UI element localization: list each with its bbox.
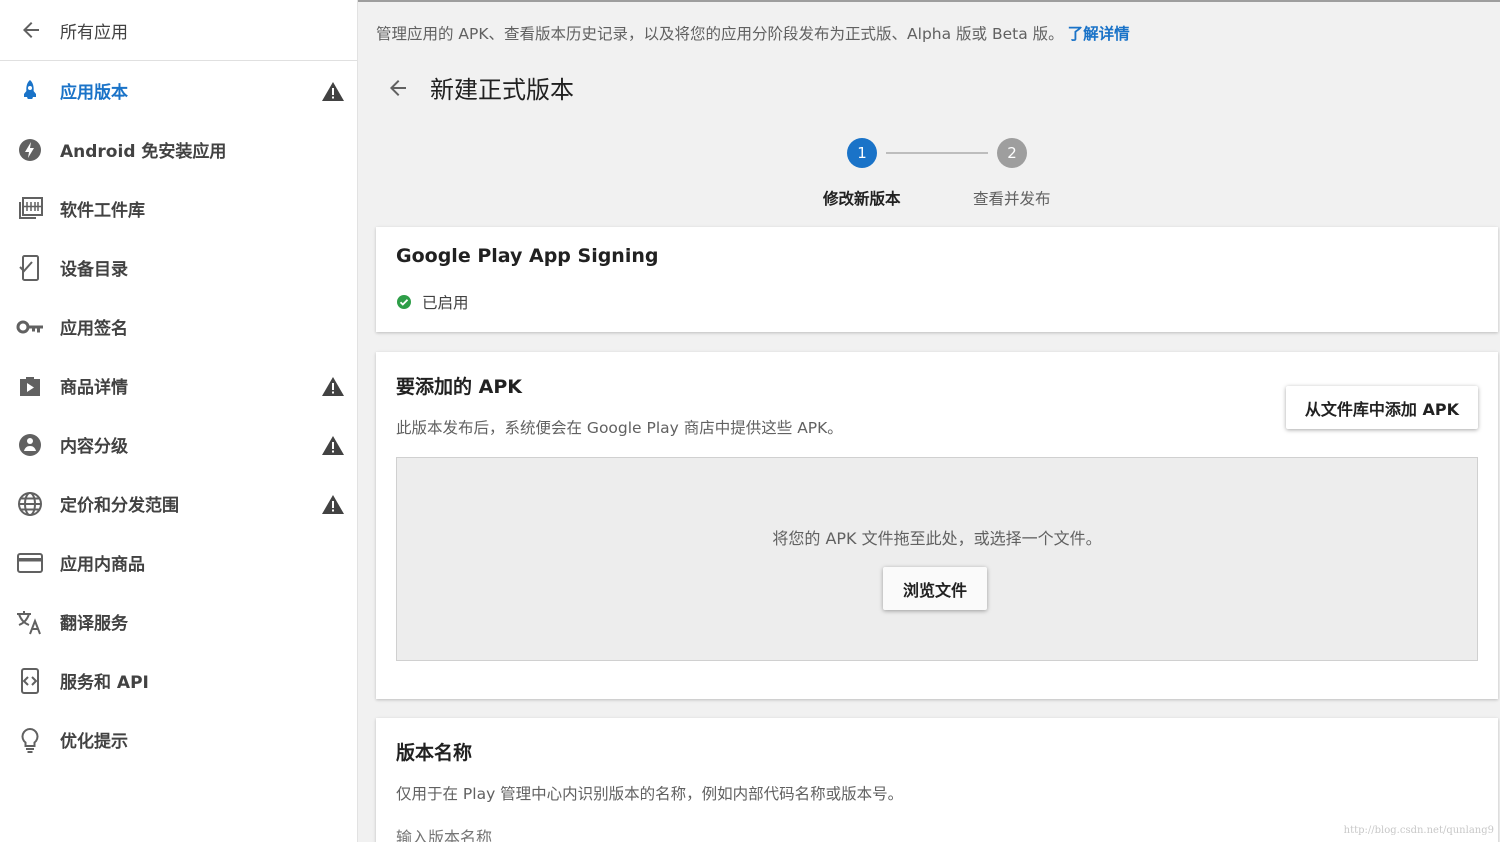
release-name-card: 版本名称 仅用于在 Play 管理中心内识别版本的名称，例如内部代码名称或版本号…	[376, 718, 1498, 842]
sidebar-item-label: 应用签名	[60, 319, 128, 339]
all-apps-back-link[interactable]: 所有应用	[0, 0, 357, 61]
stepper-connector	[886, 152, 988, 154]
sidebar-item-services-api[interactable]: 服务和 API	[0, 651, 357, 710]
learn-more-link[interactable]: 了解详情	[1068, 25, 1130, 43]
rocket-icon	[0, 79, 60, 103]
dropzone-hint: 将您的 APK 文件拖至此处，或选择一个文件。	[772, 529, 1102, 548]
warning-icon	[322, 495, 344, 518]
release-name-input[interactable]	[396, 828, 996, 842]
lightbulb-icon	[0, 727, 60, 753]
browse-files-button[interactable]: 浏览文件	[883, 567, 988, 610]
apk-section-description: 此版本发布后，系统便会在 Google Play 商店中提供这些 APK。	[396, 419, 843, 437]
sidebar-item-label: 内容分级	[60, 437, 128, 457]
sidebar-item-label: 定价和分发范围	[60, 496, 179, 516]
sidebar-item-label: 服务和 API	[60, 673, 149, 693]
warning-icon	[322, 436, 344, 459]
sidebar-item-device-catalog[interactable]: 设备目录	[0, 238, 357, 297]
arrow-back-icon	[390, 79, 406, 96]
apk-section-title: 要添加的 APK	[396, 376, 522, 398]
step-2-indicator[interactable]: 2	[997, 138, 1027, 168]
apk-card: 要添加的 APK 此版本发布后，系统便会在 Google Play 商店中提供这…	[376, 352, 1498, 699]
intro-description: 管理应用的 APK、查看版本历史记录，以及将您的应用分阶段发布为正式版、Alph…	[376, 25, 1064, 43]
sidebar-item-label: Android 免安装应用	[60, 142, 227, 162]
release-stepper: 1 2 修改新版本 查看并发布	[358, 138, 1500, 218]
main-content: 管理应用的 APK、查看版本历史记录，以及将您的应用分阶段发布为正式版、Alph…	[358, 0, 1500, 842]
page-header: 新建正式版本	[386, 70, 574, 105]
sidebar-item-label: 翻译服务	[60, 614, 128, 634]
apk-dropzone[interactable]: 将您的 APK 文件拖至此处，或选择一个文件。 浏览文件	[396, 457, 1478, 661]
sidebar-item-label: 设备目录	[60, 260, 128, 280]
add-from-library-button[interactable]: 从文件库中添加 APK	[1285, 386, 1478, 429]
status-text: 已启用	[422, 294, 469, 312]
warning-icon	[322, 377, 344, 400]
step-2-label[interactable]: 查看并发布	[973, 187, 1051, 209]
globe-icon	[0, 491, 60, 517]
sidebar-item-store-listing[interactable]: 商品详情	[0, 356, 357, 415]
check-circle-icon	[397, 295, 411, 309]
sidebar-item-in-app-products[interactable]: 应用内商品	[0, 533, 357, 592]
sidebar-item-optimization-tips[interactable]: 优化提示	[0, 710, 357, 769]
sidebar-item-app-signing[interactable]: 应用签名	[0, 297, 357, 356]
device-catalog-icon	[0, 254, 60, 281]
back-button[interactable]	[386, 76, 410, 100]
credit-card-icon	[0, 552, 60, 573]
sidebar-item-label: 商品详情	[60, 378, 128, 398]
arrow-back-icon	[0, 18, 60, 42]
store-listing-icon	[0, 374, 60, 398]
api-icon	[0, 667, 60, 694]
sidebar-item-label: 应用版本	[60, 83, 128, 103]
sidebar-item-app-releases[interactable]: 应用版本	[0, 61, 357, 120]
sidebar-item-label: 优化提示	[60, 732, 128, 752]
content-rating-icon	[0, 433, 60, 457]
sidebar-item-instant-apps[interactable]: Android 免安装应用	[0, 120, 357, 179]
page-title: 新建正式版本	[430, 76, 574, 104]
sidebar-item-translation[interactable]: 翻译服务	[0, 592, 357, 651]
warning-icon	[322, 82, 344, 105]
sidebar-item-label: 应用内商品	[60, 555, 145, 575]
sidebar-item-pricing-distribution[interactable]: 定价和分发范围	[0, 474, 357, 533]
sidebar-item-content-rating[interactable]: 内容分级	[0, 415, 357, 474]
intro-text: 管理应用的 APK、查看版本历史记录，以及将您的应用分阶段发布为正式版、Alph…	[376, 22, 1130, 44]
release-name-title: 版本名称	[396, 742, 473, 764]
release-name-description: 仅用于在 Play 管理中心内识别版本的名称，例如内部代码名称或版本号。	[396, 785, 904, 803]
sidebar: 所有应用 应用版本 Android 免安装应用 软件工件库 设备目录 应用签名 …	[0, 0, 358, 842]
app-signing-title: Google Play App Signing	[396, 245, 659, 267]
sidebar-nav: 应用版本 Android 免安装应用 软件工件库 设备目录 应用签名 商品详情 …	[0, 61, 357, 769]
app-signing-card: Google Play App Signing 已启用	[376, 227, 1498, 332]
watermark: http://blog.csdn.net/qunlang9	[1343, 825, 1494, 836]
library-icon	[0, 196, 60, 221]
app-signing-status: 已启用	[396, 291, 469, 313]
sidebar-item-artifact-library[interactable]: 软件工件库	[0, 179, 357, 238]
step-1-indicator[interactable]: 1	[847, 138, 877, 168]
translate-icon	[0, 609, 60, 635]
step-1-label[interactable]: 修改新版本	[823, 187, 901, 209]
key-icon	[0, 319, 60, 335]
all-apps-label: 所有应用	[60, 22, 128, 43]
bolt-icon	[0, 138, 60, 162]
sidebar-item-label: 软件工件库	[60, 201, 145, 221]
